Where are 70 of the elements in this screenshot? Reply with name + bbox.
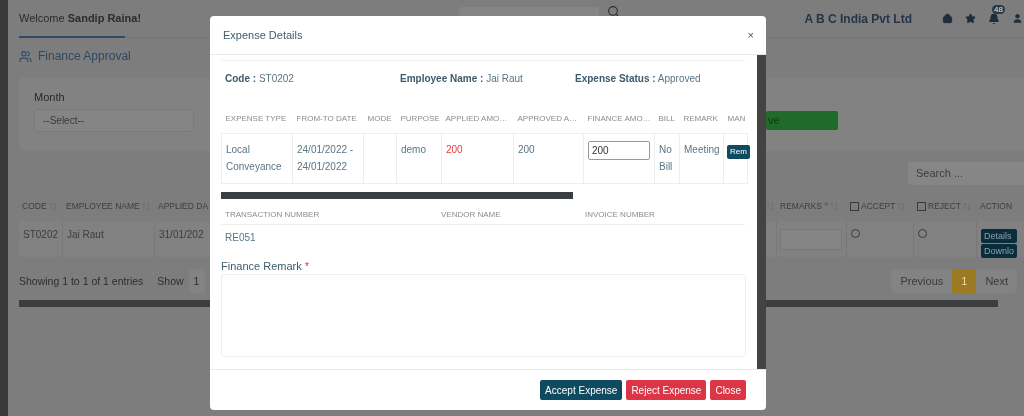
welcome-text: Welcome Sandip Raina! (19, 11, 142, 25)
remark-button[interactable]: Rem (727, 145, 750, 159)
required-mark: * (304, 260, 309, 272)
column-header: APPLIED DA (158, 201, 209, 211)
column-header: INVOICE NUMBER (585, 210, 656, 219)
page-button[interactable]: Next (976, 269, 1017, 293)
table-cell: demo (396, 133, 442, 184)
table-cell: 24/01/2022 - 24/01/2022 (292, 133, 364, 184)
action-button[interactable]: Close (710, 380, 746, 400)
amount-field[interactable]: 200 (588, 141, 650, 160)
column-header: REMARK (679, 114, 724, 134)
column-header: REMARKS (780, 201, 823, 211)
month-select[interactable]: --Select-- (34, 109, 194, 132)
table-cell-text: 31/01/202 (158, 228, 205, 242)
column-header: APPROVED A… (513, 114, 584, 134)
info-text: Code : ST0202 (225, 73, 295, 84)
info-text: Expense Status : Approved (575, 73, 702, 84)
user-icon[interactable] (1012, 13, 1023, 24)
action-button[interactable]: Details (981, 229, 1017, 243)
action-button[interactable]: Accept Expense (540, 380, 623, 400)
column-header: MODE (363, 114, 397, 134)
column-header: VENDOR NAME (441, 210, 502, 219)
column-header: EXPENSE TYPE (221, 114, 293, 134)
table-cell: Meeting (679, 133, 724, 184)
month-label: Month (34, 91, 66, 103)
action-button[interactable]: Reject Expense (626, 380, 707, 400)
scrollbar[interactable] (757, 55, 766, 369)
notification-badge: 48 (992, 4, 1005, 14)
table-cell: Jai Raut (63, 221, 155, 257)
table-cell: Local Conveyance (221, 133, 293, 184)
page-button[interactable]: 1 (952, 269, 977, 293)
modal-title: Expense Details (223, 29, 303, 41)
home-icon[interactable] (942, 13, 953, 24)
page-size-select[interactable]: 1 (188, 269, 205, 293)
column-header: PURPOSE (396, 114, 442, 134)
show-label: Show (157, 275, 184, 287)
column-header: CODE (22, 201, 47, 211)
page-button[interactable]: Previous (891, 269, 953, 293)
sort-icon[interactable] (766, 201, 774, 211)
table-cell: 200 (513, 133, 584, 184)
table-cell: 200 (441, 133, 514, 184)
column-header: BILL (654, 114, 680, 134)
column-header: TRANSACTION NUMBER (225, 210, 321, 219)
header-checkbox[interactable] (850, 201, 859, 211)
bell-icon[interactable] (988, 12, 1000, 25)
people-icon (19, 49, 32, 63)
close-button[interactable]: × (747, 29, 754, 41)
table-cell-text: RE051 (225, 232, 257, 243)
column-header: MAN (723, 114, 748, 134)
star-icon[interactable] (965, 13, 976, 24)
column-header: FINANCE AMO… (583, 114, 655, 134)
column-header: EMPLOYEE NAME (66, 201, 140, 211)
column-header: ACTION (980, 201, 1013, 211)
scrollbar[interactable] (221, 192, 573, 199)
column-header: APPLIED AMO… (441, 114, 514, 134)
page-title: Finance Approval (38, 49, 131, 63)
action-button[interactable]: Downlo (981, 244, 1017, 258)
field-label: Finance Remark (221, 260, 302, 272)
required-mark: * (824, 200, 829, 212)
header-checkbox[interactable] (917, 201, 926, 211)
column-header: REJECT (928, 201, 962, 211)
column-header: FROM-TO DATE (292, 114, 364, 134)
search-field[interactable]: Search ... (908, 162, 1024, 185)
column-header: ACCEPT (861, 201, 896, 211)
entries-info: Showing 1 to 1 of 1 entries (19, 275, 144, 287)
info-text: Employee Name : Jai Raut (400, 73, 524, 84)
table-cell: No Bill (654, 133, 680, 184)
company-name: A B C India Pvt Ltd (804, 11, 912, 26)
search-icon[interactable] (607, 5, 620, 18)
table-cell: ST0202 (19, 221, 63, 257)
